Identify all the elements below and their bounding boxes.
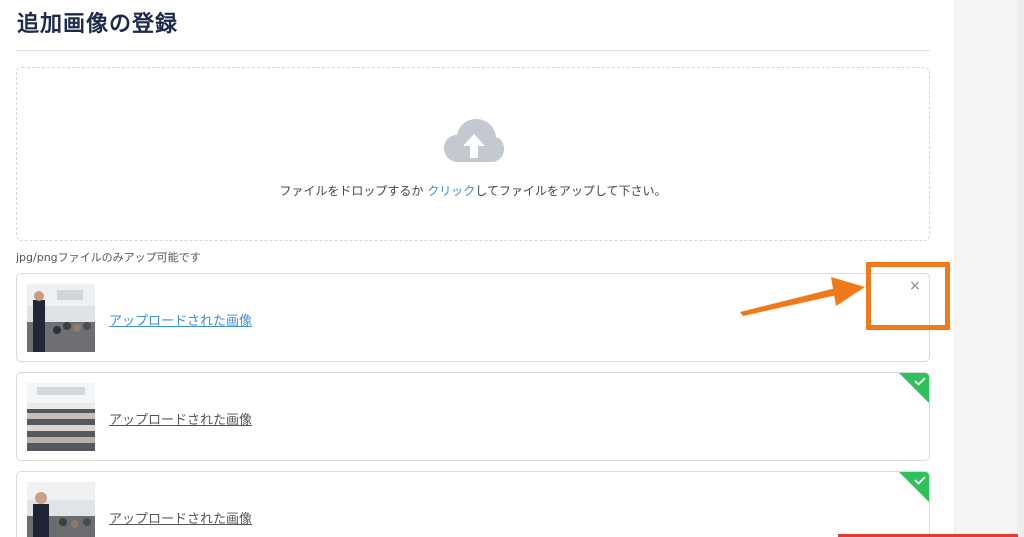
uploaded-image-thumbnail: [27, 284, 95, 352]
uploaded-image-thumbnail: [27, 383, 95, 451]
right-sidebar: [954, 0, 1024, 537]
title-divider: [16, 50, 930, 51]
uploaded-file-item: アップロードされた画像: [16, 372, 930, 461]
uploaded-file-link[interactable]: アップロードされた画像: [109, 310, 252, 329]
uploaded-file-link[interactable]: アップロードされた画像: [109, 409, 252, 428]
dropzone-message-before: ファイルをドロップするか: [279, 184, 428, 198]
click-to-upload-link[interactable]: クリック: [427, 184, 475, 198]
page-title: 追加画像の登録: [17, 12, 179, 37]
uploaded-file-link[interactable]: アップロードされた画像: [109, 508, 252, 527]
arrow-icon: [740, 277, 865, 316]
uploaded-image-thumbnail: [27, 482, 95, 537]
uploaded-file-item: アップロードされた画像: [16, 471, 930, 537]
file-dropzone[interactable]: ファイルをドロップするか クリックしてファイルをアップして下さい。: [16, 67, 930, 241]
main-content: 追加画像の登録 ファイルをドロップするか クリックしてファイルをアップして下さい…: [0, 0, 954, 537]
check-icon: [899, 472, 929, 502]
page: 追加画像の登録 ファイルをドロップするか クリックしてファイルをアップして下さい…: [0, 0, 1024, 537]
scrollbar[interactable]: [1017, 0, 1024, 537]
dropzone-message-after: してファイルをアップして下さい。: [475, 184, 667, 198]
allowed-file-types-note: jpg/pngファイルのみアップ可能です: [16, 251, 201, 264]
cloud-upload-icon: [444, 119, 504, 162]
highlight-annotation-box: [866, 262, 950, 330]
check-icon: [899, 373, 929, 403]
dropzone-message: ファイルをドロップするか クリックしてファイルをアップして下さい。: [17, 182, 929, 199]
